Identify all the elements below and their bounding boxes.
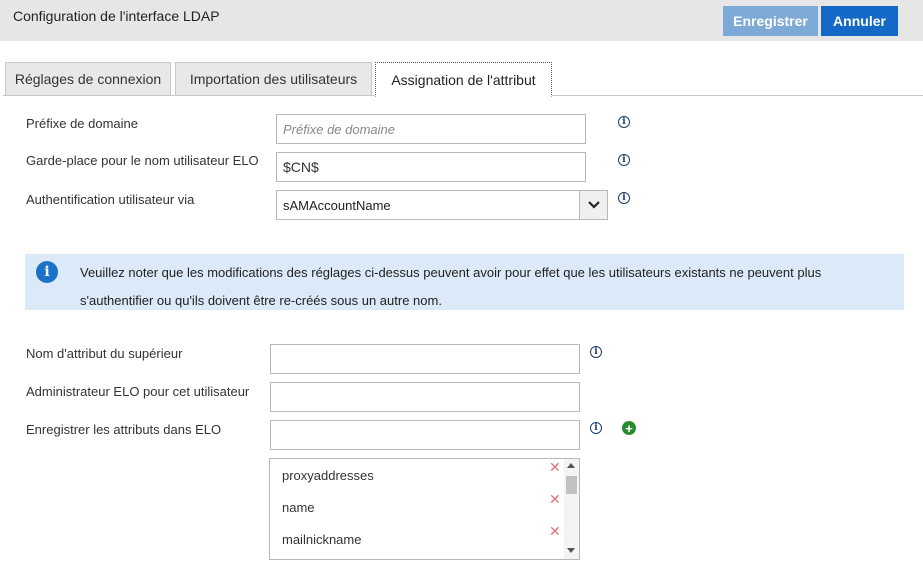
plus-circle-icon[interactable]: +	[622, 421, 636, 435]
info-icon[interactable]: i	[618, 154, 630, 166]
elo-username-placeholder-label: Garde-place pour le nom utilisateur ELO	[26, 153, 259, 168]
tab-connection-settings[interactable]: Réglages de connexion	[5, 62, 171, 96]
superior-attribute-input[interactable]	[270, 344, 580, 374]
domain-prefix-input[interactable]: Préfixe de domaine	[276, 114, 586, 144]
domain-prefix-label: Préfixe de domaine	[26, 116, 139, 131]
auth-via-label: Authentification utilisateur via	[26, 192, 195, 207]
scroll-down-icon[interactable]	[567, 548, 575, 553]
auth-via-select[interactable]: sAMAccountName	[276, 190, 608, 220]
save-attributes-input[interactable]	[270, 420, 580, 450]
save-button[interactable]: Enregistrer	[723, 6, 818, 36]
list-item: name	[282, 500, 315, 515]
save-attributes-label: Enregistrer les attributs dans ELO	[26, 422, 222, 437]
info-icon[interactable]: i	[618, 116, 630, 128]
header-bar: Configuration de l'interface LDAP Enregi…	[0, 0, 923, 41]
close-icon[interactable]: ✕	[549, 460, 561, 474]
close-icon[interactable]: ✕	[549, 524, 561, 538]
close-icon[interactable]: ✕	[549, 492, 561, 506]
tab-user-import[interactable]: Importation des utilisateurs	[175, 62, 372, 96]
chevron-down-icon[interactable]	[579, 191, 607, 219]
scroll-up-icon[interactable]	[567, 463, 575, 468]
auth-via-selected-value: sAMAccountName	[283, 197, 391, 213]
elo-admin-label: Administrateur ELO pour cet utilisateur	[26, 384, 250, 399]
notice-text: Veuillez noter que les modifications des…	[80, 265, 822, 308]
elo-admin-input[interactable]	[270, 382, 580, 412]
warning-notice: i Veuillez noter que les modifications d…	[25, 254, 904, 310]
scrollbar[interactable]	[564, 459, 579, 559]
info-icon[interactable]: i	[590, 422, 602, 434]
info-icon[interactable]: i	[618, 192, 630, 204]
scroll-thumb[interactable]	[566, 476, 577, 494]
cancel-button[interactable]: Annuler	[821, 6, 898, 36]
info-icon[interactable]: i	[590, 346, 602, 358]
list-item: proxyaddresses	[282, 468, 374, 483]
attribute-list[interactable]: proxyaddresses ✕ name ✕ mailnickname ✕	[269, 458, 580, 560]
superior-attribute-label: Nom d'attribut du supérieur	[26, 346, 183, 361]
info-icon: i	[36, 261, 58, 283]
elo-username-placeholder-input[interactable]: $CN$	[276, 152, 586, 182]
list-item: mailnickname	[282, 532, 362, 547]
tab-attribute-assignment[interactable]: Assignation de l'attribut	[375, 62, 552, 97]
page-title: Configuration de l'interface LDAP	[13, 8, 220, 24]
